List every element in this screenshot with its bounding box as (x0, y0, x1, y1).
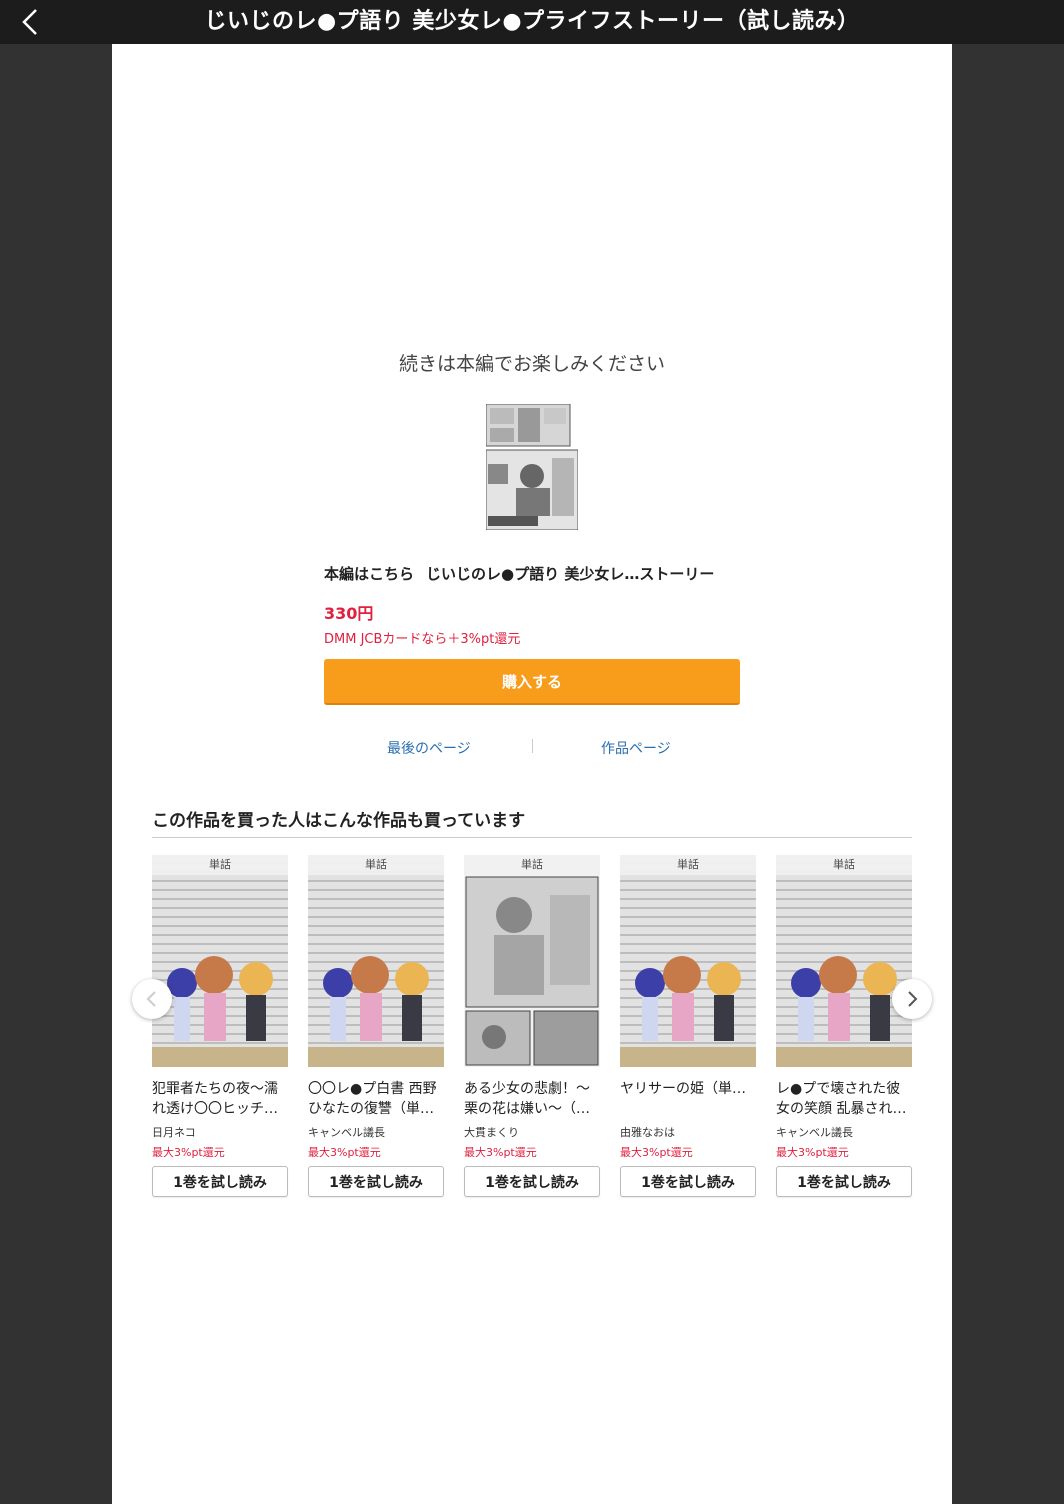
chevron-left-icon (146, 991, 156, 1007)
card-badge: 単話 (776, 855, 912, 875)
recommend-card[interactable]: 単話 犯罪者たちの夜〜濡れ透け〇〇ヒッチ… 日月ネコ 最大3%pt還元 1巻を試… (152, 855, 288, 1197)
card-thumbnail[interactable]: 単話 (152, 855, 288, 1067)
recommend-card[interactable]: 単話 ある少女の悲劇！〜栗の花は嫌い〜（… 大貫まくり 最大3%pt還元 1巻を… (464, 855, 600, 1197)
top-bar: じいじのレ●プ語り 美少女レ●プライフストーリー（試し読み） (0, 0, 1064, 44)
card-author[interactable]: 大貫まくり (464, 1124, 600, 1140)
trial-read-button[interactable]: 1巻を試し読み (152, 1166, 288, 1197)
last-page-link[interactable]: 最後のページ (387, 738, 471, 758)
card-author[interactable]: 由雅なおは (620, 1124, 756, 1140)
main-work-link[interactable]: 本編はこちら じいじのレ●プ語り 美少女レ…ストーリー (324, 563, 744, 584)
card-author[interactable]: 日月ネコ (152, 1124, 288, 1140)
card-points: 最大3%pt還元 (308, 1146, 381, 1159)
page-title: じいじのレ●プ語り 美少女レ●プライフストーリー（試し読み） (204, 9, 860, 34)
card-title[interactable]: 〇〇レ●プ白書 西野ひなたの復讐（単… (308, 1079, 444, 1119)
card-thumbnail[interactable]: 単話 (464, 855, 600, 1067)
trial-read-button[interactable]: 1巻を試し読み (464, 1166, 600, 1197)
back-button[interactable] (12, 4, 48, 40)
card-points: 最大3%pt還元 (620, 1146, 693, 1159)
card-badge: 単話 (464, 855, 600, 875)
card-title[interactable]: レ●プで壊された彼女の笑顔 乱暴され… (776, 1079, 912, 1119)
card-title[interactable]: 犯罪者たちの夜〜濡れ透け〇〇ヒッチ… (152, 1079, 288, 1119)
card-points: 最大3%pt還元 (152, 1146, 225, 1159)
recommend-card[interactable]: 単話 ヤリサーの姫（単… 由雅なおは 最大3%pt還元 1巻を試し読み (620, 855, 756, 1197)
card-title[interactable]: ある少女の悲劇！〜栗の花は嫌い〜（… (464, 1079, 600, 1119)
trial-read-button[interactable]: 1巻を試し読み (308, 1166, 444, 1197)
card-badge: 単話 (620, 855, 756, 875)
link-divider (532, 739, 533, 753)
chevron-right-icon (908, 991, 918, 1007)
section-divider (152, 837, 912, 838)
trial-read-button[interactable]: 1巻を試し読み (620, 1166, 756, 1197)
recommend-heading: この作品を買った人はこんな作品も買っています (152, 811, 526, 831)
card-points: 最大3%pt還元 (464, 1146, 537, 1159)
carousel-prev-button[interactable] (132, 979, 172, 1019)
continue-message: 続きは本編でお楽しみください (398, 353, 665, 375)
main-cover-image[interactable] (485, 403, 579, 531)
end-page: 続きは本編でお楽しみください 本編はこちら じいじのレ●プ語り 美少女レ…ストーリ… (112, 44, 952, 1504)
card-author[interactable]: キャンベル議長 (776, 1124, 912, 1140)
card-thumbnail[interactable]: 単話 (308, 855, 444, 1067)
recommend-card[interactable]: 単話 レ●プで壊された彼女の笑顔 乱暴され… キャンベル議長 最大3%pt還元 … (776, 855, 912, 1197)
card-thumbnail[interactable]: 単話 (620, 855, 756, 1067)
buy-button[interactable]: 購入する (324, 659, 740, 705)
trial-read-button[interactable]: 1巻を試し読み (776, 1166, 912, 1197)
card-badge: 単話 (152, 855, 288, 875)
card-title[interactable]: ヤリサーの姫（単… (620, 1079, 756, 1119)
point-note: DMM JCBカードなら＋3%pt還元 (324, 632, 521, 647)
work-page-link[interactable]: 作品ページ (601, 738, 671, 758)
card-author[interactable]: キャンベル議長 (308, 1124, 444, 1140)
main-link-title: じいじのレ●プ語り 美少女レ…ストーリー (426, 565, 715, 583)
recommend-card[interactable]: 単話 〇〇レ●プ白書 西野ひなたの復讐（単… キャンベル議長 最大3%pt還元 … (308, 855, 444, 1197)
card-points: 最大3%pt還元 (776, 1146, 849, 1159)
price: 330円 (324, 604, 374, 623)
carousel-next-button[interactable] (892, 979, 932, 1019)
chevron-left-icon (22, 9, 37, 35)
card-badge: 単話 (308, 855, 444, 875)
card-thumbnail[interactable]: 単話 (776, 855, 912, 1067)
main-link-label: 本編はこちら (324, 565, 415, 583)
